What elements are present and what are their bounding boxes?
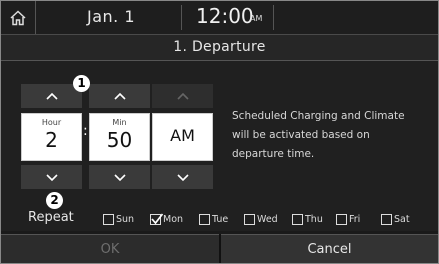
day-checkbox-sun[interactable]: Sun [103, 212, 134, 226]
minute-label: Min [112, 118, 127, 127]
day-label: Mon [163, 213, 184, 225]
divider [273, 5, 274, 30]
checkbox[interactable] [381, 213, 392, 225]
repeat-label: Repeat [28, 210, 74, 225]
day-label: Sat [394, 213, 410, 225]
period-value: AM [170, 126, 195, 145]
day-checkbox-tue[interactable]: Tue [199, 212, 228, 226]
day-label: Wed [257, 213, 278, 225]
chevron-down-icon [176, 173, 189, 181]
chevron-up-icon [113, 92, 126, 100]
day-label: Tue [212, 213, 229, 225]
day-label: Sun [116, 213, 135, 225]
clock-am-pm: AM [250, 14, 263, 23]
minute-down-button[interactable] [89, 165, 150, 189]
departure-picker-area: Hour 2 : Min 50 AM 1 Scheduled Charging … [1, 61, 438, 231]
hour-up-button[interactable] [21, 84, 82, 108]
day-checkbox-mon[interactable]: Mon [150, 212, 183, 226]
day-label: Thu [305, 213, 323, 225]
callout-marker-2: 2 [46, 192, 63, 209]
chevron-down-icon [113, 173, 126, 181]
ok-button[interactable]: OK [1, 234, 219, 263]
hour-label: Hour [41, 118, 62, 127]
page-title: 1. Departure [173, 39, 266, 55]
day-checkbox-thu[interactable]: Thu [292, 212, 323, 226]
minute-value: 50 [106, 128, 133, 152]
hour-value: 2 [45, 128, 58, 152]
day-label: Fri [349, 213, 361, 225]
period-up-button[interactable] [152, 84, 213, 108]
period-down-button[interactable] [152, 165, 213, 189]
checkbox-checked[interactable] [150, 212, 164, 225]
day-checkbox-wed[interactable]: Wed [244, 212, 278, 226]
checkbox[interactable] [103, 213, 114, 225]
callout-marker-1: 1 [73, 75, 90, 92]
checkbox[interactable] [199, 213, 210, 225]
minute-up-button[interactable] [89, 84, 150, 108]
title-bar: 1. Departure [1, 35, 438, 61]
status-bar: Jan. 1 12:00 AM [1, 1, 438, 35]
checkbox[interactable] [244, 213, 255, 225]
departure-info-text: Scheduled Charging and Climate will be a… [232, 110, 405, 160]
cancel-button[interactable]: Cancel [221, 234, 438, 263]
home-button[interactable] [1, 1, 36, 34]
day-checkbox-sat[interactable]: Sat [381, 212, 410, 226]
period-value-box[interactable]: AM [152, 113, 213, 161]
checkbox[interactable] [292, 213, 303, 225]
hour-value-box[interactable]: Hour 2 [21, 113, 82, 161]
date-display: Jan. 1 [87, 7, 136, 26]
home-icon [10, 9, 26, 25]
checkmark-icon [151, 212, 164, 224]
day-checkbox-fri[interactable]: Fri [336, 212, 360, 226]
minute-value-box[interactable]: Min 50 [89, 113, 150, 161]
clock-time: 12:00 [196, 4, 254, 28]
chevron-up-icon [45, 92, 58, 100]
checkbox[interactable] [336, 213, 347, 225]
chevron-up-icon [176, 92, 189, 100]
time-colon: : [83, 123, 88, 139]
divider [181, 5, 182, 30]
chevron-down-icon [45, 173, 58, 181]
hour-down-button[interactable] [21, 165, 82, 189]
